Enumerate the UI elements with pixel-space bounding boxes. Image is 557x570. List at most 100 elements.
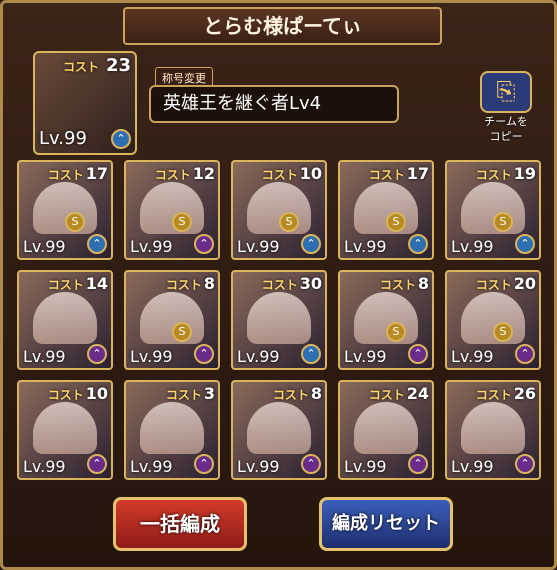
team-copy-button[interactable]: チームを コピー <box>471 71 541 143</box>
rank-icon: ⌃ <box>515 344 535 364</box>
card-cost: コスト 24 <box>369 384 429 403</box>
card-cost-label: コスト <box>261 168 298 182</box>
team-copy-line2: コピー <box>489 130 523 143</box>
party-card[interactable]: コスト 30 Lv.99 ⌃ <box>231 270 327 370</box>
card-cost-value: 24 <box>406 384 429 403</box>
card-cost-label: コスト <box>154 168 191 182</box>
card-cost-label: コスト <box>272 388 309 402</box>
card-cost-value: 12 <box>192 164 215 183</box>
card-level: Lv.99 <box>344 237 387 256</box>
character-portrait <box>247 402 311 454</box>
card-cost-label: コスト <box>165 388 202 402</box>
leader-level: Lv.99 <box>39 128 87 149</box>
card-level: Lv.99 <box>451 457 494 476</box>
character-portrait <box>247 292 311 344</box>
card-cost-value: 19 <box>513 164 536 183</box>
bulk-formation-button[interactable]: 一括編成 <box>113 497 247 551</box>
party-card[interactable]: コスト 12 Lv.99 S ⌃ <box>124 160 220 260</box>
card-cost: コスト 10 <box>48 384 108 403</box>
party-grid: コスト 17 Lv.99 S ⌃ コスト 12 Lv.99 S ⌃ コスト 10 Lv.99 S ⌃ コスト 1… <box>17 160 543 480</box>
card-cost-label: コスト <box>379 278 416 292</box>
card-cost: コスト 10 <box>262 164 322 183</box>
rank-icon: ⌃ <box>301 234 321 254</box>
leader-cost: コスト 23 <box>63 55 131 76</box>
card-cost: コスト 14 <box>48 274 108 293</box>
card-cost-label: コスト <box>47 168 84 182</box>
party-card[interactable]: コスト 14 Lv.99 ⌃ <box>17 270 113 370</box>
leader-cost-value: 23 <box>105 55 131 76</box>
card-level: Lv.99 <box>344 457 387 476</box>
title-field[interactable]: 英雄王を継ぐ者Lv4 <box>149 85 399 123</box>
leader-cost-label: コスト <box>63 60 100 74</box>
party-card[interactable]: コスト 26 Lv.99 ⌃ <box>445 380 541 480</box>
card-cost-label: コスト <box>165 278 202 292</box>
card-cost: コスト 17 <box>369 164 429 183</box>
card-cost-label: コスト <box>368 168 405 182</box>
s-rank-icon: S <box>65 212 85 232</box>
card-level: Lv.99 <box>130 457 173 476</box>
card-cost: コスト 30 <box>262 274 322 293</box>
card-cost: コスト 12 <box>155 164 215 183</box>
card-cost-value: 8 <box>310 384 322 403</box>
party-card[interactable]: コスト 8 Lv.99 S ⌃ <box>338 270 434 370</box>
party-card[interactable]: コスト 17 Lv.99 S ⌃ <box>17 160 113 260</box>
card-level: Lv.99 <box>237 457 280 476</box>
rank-icon: ⌃ <box>87 234 107 254</box>
party-frame: とらむ様ぱーてぃ コスト 23 Lv.99 ⌃ 称号変更 英雄王を継ぐ者Lv4 … <box>0 0 557 570</box>
party-card[interactable]: コスト 24 Lv.99 ⌃ <box>338 380 434 480</box>
card-cost-value: 8 <box>203 274 215 293</box>
card-cost: コスト 3 <box>166 384 215 403</box>
card-level: Lv.99 <box>23 347 66 366</box>
s-rank-icon: S <box>172 322 192 342</box>
card-level: Lv.99 <box>344 347 387 366</box>
card-cost: コスト 8 <box>380 274 429 293</box>
party-card[interactable]: コスト 10 Lv.99 S ⌃ <box>231 160 327 260</box>
card-cost-label: コスト <box>368 388 405 402</box>
card-cost-value: 3 <box>203 384 215 403</box>
rank-icon: ⌃ <box>515 234 535 254</box>
character-portrait <box>461 402 525 454</box>
party-card[interactable]: コスト 19 Lv.99 S ⌃ <box>445 160 541 260</box>
card-cost-label: コスト <box>475 168 512 182</box>
card-cost-value: 26 <box>513 384 536 403</box>
card-level: Lv.99 <box>130 347 173 366</box>
card-cost-value: 10 <box>299 164 322 183</box>
party-card[interactable]: コスト 3 Lv.99 ⌃ <box>124 380 220 480</box>
party-card[interactable]: コスト 8 Lv.99 ⌃ <box>231 380 327 480</box>
party-card[interactable]: コスト 8 Lv.99 S ⌃ <box>124 270 220 370</box>
team-copy-line1: チームを <box>484 115 528 128</box>
rank-icon: ⌃ <box>301 344 321 364</box>
card-cost-label: コスト <box>47 278 84 292</box>
card-cost-value: 30 <box>299 274 322 293</box>
card-cost-value: 20 <box>513 274 536 293</box>
card-cost: コスト 26 <box>476 384 536 403</box>
rank-icon: ⌃ <box>87 454 107 474</box>
character-portrait <box>33 402 97 454</box>
party-card[interactable]: コスト 10 Lv.99 ⌃ <box>17 380 113 480</box>
party-card[interactable]: コスト 20 Lv.99 S ⌃ <box>445 270 541 370</box>
leader-card[interactable]: コスト 23 Lv.99 ⌃ <box>33 51 137 155</box>
card-cost-value: 8 <box>417 274 429 293</box>
rank-icon: ⌃ <box>408 344 428 364</box>
card-level: Lv.99 <box>23 457 66 476</box>
card-cost-value: 10 <box>85 384 108 403</box>
rank-icon: ⌃ <box>87 344 107 364</box>
card-level: Lv.99 <box>451 237 494 256</box>
card-cost-value: 17 <box>85 164 108 183</box>
reset-formation-button[interactable]: 編成リセット <box>319 497 453 551</box>
s-rank-icon: S <box>386 212 406 232</box>
rank-icon: ⌃ <box>194 234 214 254</box>
party-card[interactable]: コスト 17 Lv.99 S ⌃ <box>338 160 434 260</box>
leader-rank-icon: ⌃ <box>111 129 131 149</box>
character-portrait <box>33 292 97 344</box>
card-cost: コスト 8 <box>166 274 215 293</box>
card-cost: コスト 8 <box>273 384 322 403</box>
rank-icon: ⌃ <box>408 454 428 474</box>
card-cost-label: コスト <box>47 388 84 402</box>
s-rank-icon: S <box>172 212 192 232</box>
card-cost-label: コスト <box>475 278 512 292</box>
rank-icon: ⌃ <box>194 454 214 474</box>
card-level: Lv.99 <box>130 237 173 256</box>
s-rank-icon: S <box>386 322 406 342</box>
card-cost-label: コスト <box>475 388 512 402</box>
